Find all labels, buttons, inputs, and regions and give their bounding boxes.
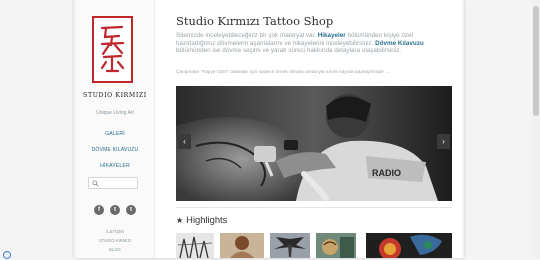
highlights-gallery (176, 233, 452, 258)
highlight-thumbnail[interactable] (220, 233, 264, 258)
search-icon (92, 179, 99, 187)
thumbnail-image (270, 233, 310, 258)
slider-photo: RADIO (176, 86, 452, 201)
image-slider[interactable]: RADIO ‹ › (176, 86, 452, 201)
footer-link-blog[interactable]: BLOG (76, 245, 154, 254)
thumbnail-image (220, 233, 264, 258)
tagline: Unique Living Art (96, 110, 134, 116)
brand-name: STUDIO KIRMIZI (83, 92, 147, 99)
main-content: Studio Kırmızı Tattoo Shop Sitemizde inc… (155, 0, 462, 258)
twitter-icon[interactable]: t (110, 205, 120, 215)
highlights-heading: ★ Highlights (176, 214, 227, 225)
thumbnail-image (366, 233, 452, 258)
nav-item-tattoo-guide[interactable]: DÖVME KILAVUZU (76, 142, 154, 158)
highlight-thumbnail[interactable] (270, 233, 310, 258)
stories-link[interactable]: Hikayeler (318, 32, 346, 39)
intro-text-part-1: Sitemizde inceleyebileceğiniz bir çok ma… (176, 32, 318, 39)
highlight-thumbnail[interactable] (176, 233, 214, 258)
tattoo-guide-link[interactable]: Dövme Kılavuzu (375, 40, 424, 47)
highlight-thumbnail[interactable] (366, 233, 452, 258)
svg-text:RADIO: RADIO (372, 168, 401, 178)
slider-prev-button[interactable]: ‹ (178, 134, 191, 149)
intro-text: Sitemizde inceleyebileceğiniz bir çok ma… (176, 32, 452, 55)
page-title: Studio Kırmızı Tattoo Shop (176, 14, 334, 28)
footer-link-contact[interactable]: İLETİŞİM (76, 227, 154, 236)
nav-item-stories[interactable]: HİKAYELER (76, 158, 154, 174)
facebook-icon[interactable]: f (94, 205, 104, 215)
sidebar: STUDIO KIRMIZI Unique Living Art GALERİ … (76, 0, 155, 258)
footer-link-studio[interactable]: STUDIO KIRMIZI (76, 236, 154, 245)
tumblr-icon[interactable]: t (126, 205, 136, 215)
footer-links: İLETİŞİM STUDIO KIRMIZI BLOG (76, 227, 154, 254)
thumbnail-image (176, 233, 214, 258)
search-input[interactable] (88, 177, 138, 189)
thumbnail-image (316, 233, 356, 258)
divider (176, 207, 452, 208)
scrollbar[interactable] (532, 0, 540, 258)
scrollbar-thumb[interactable] (533, 6, 539, 116)
highlights-title-text: Highlights (186, 214, 228, 225)
intro-note: Çalışmalar "Kişiye Özel" oldukları için … (176, 70, 390, 75)
star-icon: ★ (176, 216, 184, 225)
logo[interactable] (92, 16, 133, 83)
slider-next-button[interactable]: › (437, 134, 450, 149)
loading-indicator-icon (2, 250, 12, 260)
nav-item-gallery[interactable]: GALERİ (76, 126, 154, 142)
logo-calligraphy-icon (100, 25, 125, 73)
main-nav: GALERİ DÖVME KILAVUZU HİKAYELER (76, 126, 154, 174)
highlight-thumbnail[interactable] (316, 233, 356, 258)
intro-text-part-3: bölümünden ise dövme seçimi ve yaratı sü… (176, 47, 402, 55)
social-links: f t t (94, 205, 136, 216)
